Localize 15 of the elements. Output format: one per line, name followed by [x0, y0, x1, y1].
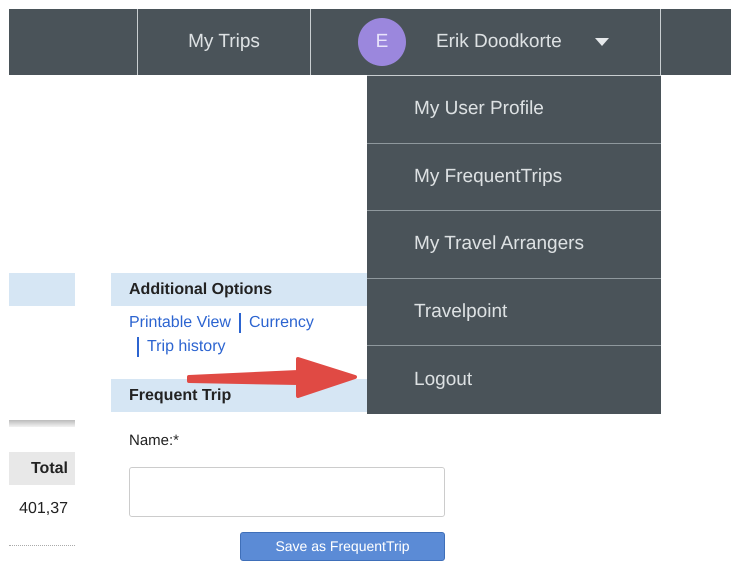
link[interactable]: Trip history — [147, 338, 226, 355]
menu-item[interactable]: My Travel Arrangers — [367, 211, 661, 278]
link[interactable]: Currency — [248, 314, 314, 331]
column-header: Total — [9, 452, 75, 485]
link[interactable]: Printable View — [129, 314, 231, 331]
table-cell-text: 401,37 — [18, 499, 69, 519]
section-header — [9, 273, 75, 306]
input-field[interactable] — [129, 467, 445, 517]
menu-item[interactable]: My User Profile — [367, 76, 661, 144]
field-label: Name:* — [129, 431, 180, 451]
save-button[interactable]: Save as FrequentTrip — [240, 532, 445, 561]
nav-link[interactable]: My Trips — [188, 28, 260, 56]
menu-item[interactable]: My FrequentTrips — [367, 144, 661, 211]
menu-item[interactable]: Travelpoint — [367, 278, 661, 346]
avatar: E — [358, 18, 406, 66]
